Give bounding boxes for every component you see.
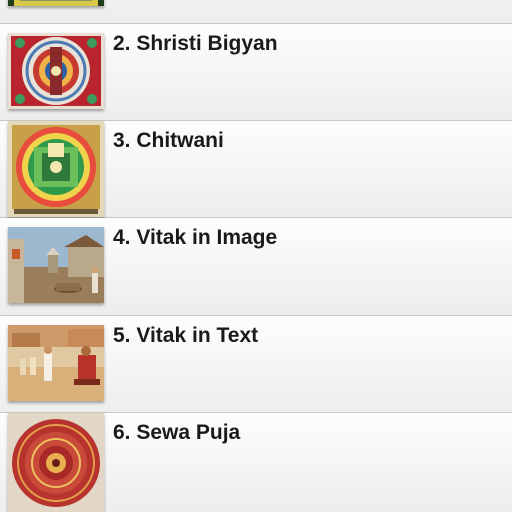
red-circular-mandala-thumbnail: [8, 413, 104, 512]
item-title: 2. Shristi Bigyan: [113, 32, 278, 55]
item-title: 6. Sewa Puja: [113, 421, 241, 444]
list-item-chitwani[interactable]: 3. Chitwani: [0, 121, 512, 218]
courtyard-scene-thumbnail: [8, 325, 104, 401]
book-cover-thumbnail: [8, 0, 104, 6]
list-item-sewa-puja[interactable]: 6. Sewa Puja: [0, 413, 512, 512]
mandala-thumbnail: [8, 33, 104, 109]
list-item-vitak-in-image[interactable]: 4. Vitak in Image: [0, 218, 512, 316]
list-item-shristi-bigyan[interactable]: 2. Shristi Bigyan: [0, 24, 512, 121]
item-title: 4. Vitak in Image: [113, 226, 278, 249]
menu-list: 2. Shristi Bigyan 3. Chitwani 4. Vitak i…: [0, 0, 512, 512]
green-mandala-thumbnail: [8, 121, 104, 217]
village-scene-thumbnail: [8, 227, 104, 303]
item-title: 3. Chitwani: [113, 129, 224, 152]
item-title: 5. Vitak in Text: [113, 324, 259, 347]
list-item-vitak-in-text[interactable]: 5. Vitak in Text: [0, 316, 512, 413]
list-item-1[interactable]: [0, 0, 512, 24]
